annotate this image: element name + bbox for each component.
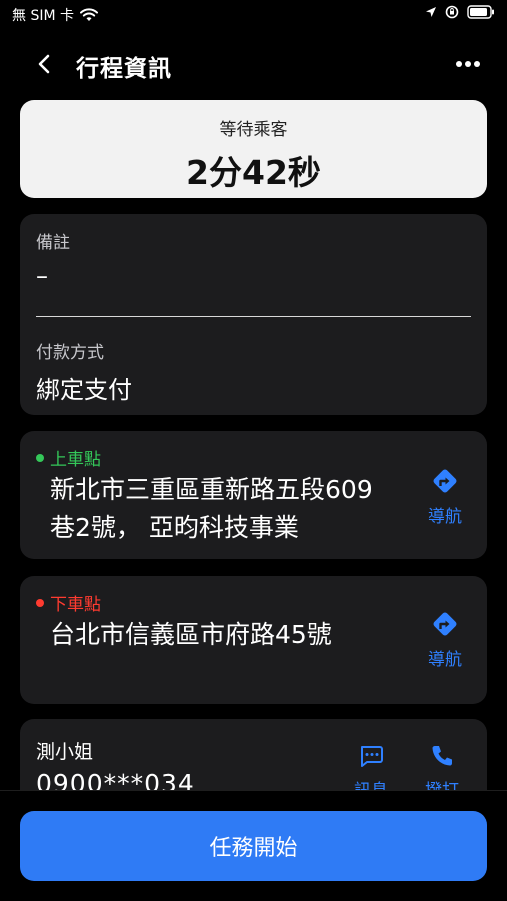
dropoff-tag: 下車點 — [36, 590, 101, 615]
pickup-location-card: 上車點 新北市三重區重新路五段609巷2號， 亞昀科技事業 導航 — [20, 431, 487, 559]
directions-icon — [433, 469, 457, 493]
dropoff-address: 台北市信義區市府路45號 — [50, 620, 332, 649]
notes-label: 備註 — [36, 233, 70, 253]
waiting-label: 等待乘客 — [219, 120, 288, 140]
directions-icon — [433, 612, 457, 636]
status-bar: 無 SIM 卡 — [0, 0, 507, 30]
pickup-address: 新北市三重區重新路五段609巷2號， 亞昀科技事業 — [50, 475, 373, 542]
chevron-left-icon — [38, 54, 50, 74]
message-icon — [361, 746, 383, 767]
dropoff-dot-icon — [36, 598, 44, 607]
start-task-button[interactable]: 任務開始 — [20, 811, 487, 881]
pickup-tag-label: 上車點 — [50, 450, 101, 470]
dropoff-navigate-button[interactable]: 導航 — [421, 610, 469, 670]
dropoff-location-card: 下車點 台北市信義區市府路45號 導航 — [20, 576, 487, 704]
passenger-name: 測小姐 — [36, 741, 94, 763]
notes-payment-card: 備註 – 付款方式 綁定支付 — [20, 214, 487, 415]
phone-icon — [432, 746, 452, 766]
notes-value: – — [36, 262, 48, 290]
status-icons — [425, 5, 495, 19]
dropoff-tag-label: 下車點 — [50, 595, 101, 615]
pickup-navigate-button[interactable]: 導航 — [421, 467, 469, 527]
bottom-action-panel: 任務開始 — [0, 790, 507, 901]
wifi-icon — [80, 8, 98, 21]
dropoff-navigate-label: 導航 — [428, 650, 462, 670]
location-arrow-icon — [426, 7, 436, 17]
more-horizontal-icon — [456, 61, 480, 67]
waiting-timer-card: 等待乘客 2分42秒 — [20, 100, 487, 198]
payment-method-value: 綁定支付 — [36, 376, 132, 404]
payment-method-label: 付款方式 — [36, 343, 104, 363]
pickup-dot-icon — [36, 453, 44, 462]
back-button[interactable] — [30, 50, 58, 78]
carrier-status: 無 SIM 卡 — [12, 5, 98, 25]
pickup-tag: 上車點 — [36, 445, 101, 470]
rotation-lock-icon — [445, 5, 459, 19]
divider — [36, 316, 471, 317]
battery-icon — [467, 5, 494, 19]
carrier-label: 無 SIM 卡 — [12, 8, 74, 24]
more-options-button[interactable] — [451, 50, 485, 78]
page-title: 行程資訊 — [76, 56, 172, 82]
navigation-bar: 行程資訊 — [0, 38, 507, 90]
pickup-navigate-label: 導航 — [428, 507, 462, 527]
waiting-time: 2分42秒 — [186, 153, 321, 192]
